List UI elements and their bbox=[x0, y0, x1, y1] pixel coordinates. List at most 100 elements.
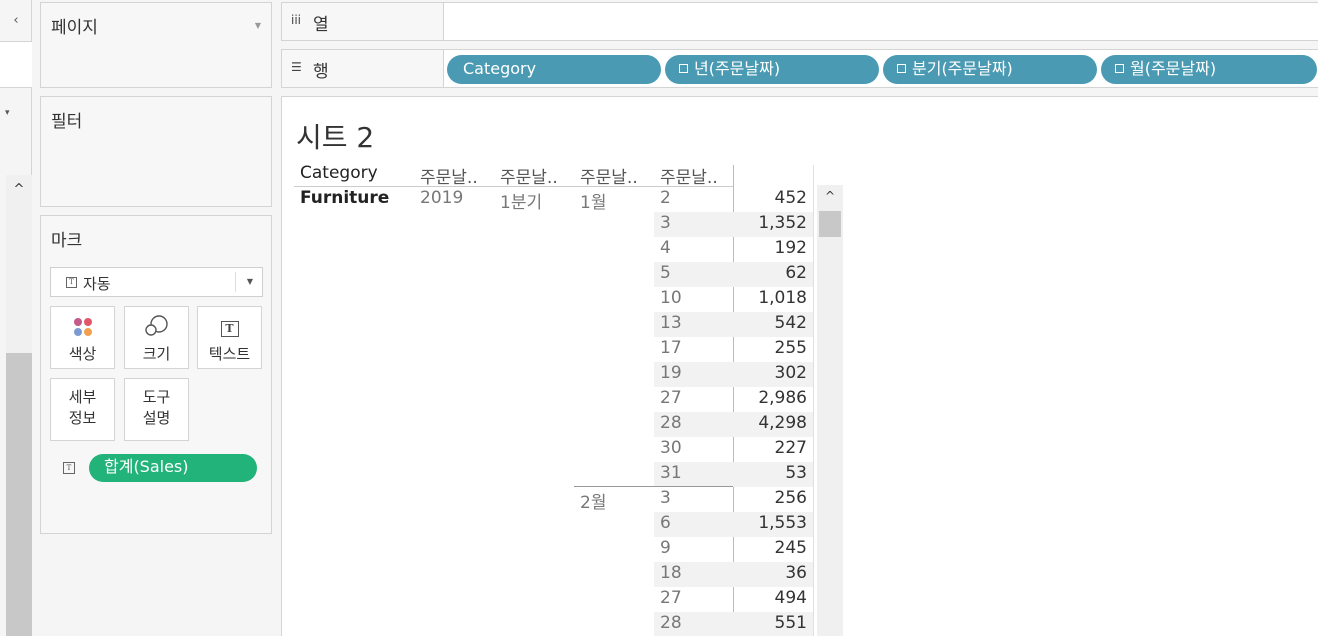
table-row[interactable]: 28 4,298 bbox=[654, 412, 813, 437]
text-mark-icon: T bbox=[66, 277, 77, 288]
sales-value: 302 bbox=[774, 363, 807, 383]
tooltip-button[interactable]: 도구 설명 bbox=[124, 378, 189, 441]
day-cell: 13 bbox=[660, 313, 682, 333]
sales-value: 551 bbox=[774, 613, 807, 633]
day-cell: 27 bbox=[660, 388, 682, 408]
header-quarter[interactable]: 주문날.. bbox=[500, 163, 558, 188]
sales-value: 494 bbox=[774, 588, 807, 608]
row-pill-year[interactable]: 년(주문날짜) bbox=[665, 55, 879, 84]
dropdown-icon[interactable]: ▾ bbox=[5, 108, 10, 118]
collapse-icon bbox=[679, 64, 688, 73]
size-button[interactable]: 크기 bbox=[124, 306, 189, 369]
size-label: 크기 bbox=[142, 345, 171, 363]
scroll-up-icon[interactable]: ^ bbox=[817, 185, 843, 207]
table-row[interactable]: 17 255 bbox=[654, 337, 813, 362]
table-row[interactable]: 31 53 bbox=[654, 462, 813, 487]
table-right-border bbox=[813, 165, 814, 636]
columns-icon: iii bbox=[291, 13, 302, 27]
marks-title: 마크 bbox=[51, 231, 83, 251]
mark-type-label: 자동 bbox=[83, 275, 111, 293]
day-cell: 19 bbox=[660, 363, 682, 383]
left-pane-scrollbar[interactable]: ^ bbox=[6, 175, 32, 636]
color-button[interactable]: 색상 bbox=[50, 306, 115, 369]
table-row[interactable]: 28 551 bbox=[654, 612, 813, 636]
pages-caret-icon[interactable]: ▼ bbox=[255, 21, 261, 30]
view-scrollbar[interactable]: ^ bbox=[817, 185, 843, 636]
detail-button[interactable]: 세부 정보 bbox=[50, 378, 115, 441]
table-row[interactable]: 19 302 bbox=[654, 362, 813, 387]
day-cell: 2 bbox=[660, 188, 671, 208]
day-cell: 31 bbox=[660, 463, 682, 483]
scrollbar-thumb[interactable] bbox=[819, 211, 841, 237]
columns-label: 열 bbox=[313, 15, 329, 35]
text-mark-icon[interactable]: T bbox=[63, 462, 75, 474]
header-day[interactable]: 주문날.. bbox=[660, 163, 718, 188]
collapse-pane-button[interactable]: ‹ bbox=[0, 0, 32, 42]
category-cell[interactable]: Furniture bbox=[300, 188, 389, 208]
filters-card[interactable]: 필터 bbox=[40, 96, 272, 207]
header-category[interactable]: Category bbox=[300, 163, 378, 183]
text-icon: T bbox=[220, 321, 239, 337]
table-row[interactable]: 4 192 bbox=[654, 237, 813, 262]
sales-value: 1,018 bbox=[758, 288, 807, 308]
day-cell: 3 bbox=[660, 488, 671, 508]
day-cell: 3 bbox=[660, 213, 671, 233]
table-row[interactable]: 6 1,553 bbox=[654, 512, 813, 537]
sales-value: 4,298 bbox=[758, 413, 807, 433]
filters-title: 필터 bbox=[51, 112, 83, 132]
table-row[interactable]: 18 36 bbox=[654, 562, 813, 587]
sales-pill[interactable]: 합계(Sales) bbox=[89, 454, 257, 482]
table-row[interactable]: 5 62 bbox=[654, 262, 813, 287]
mark-type-dropdown[interactable]: T 자동 ▼ bbox=[50, 267, 263, 297]
day-cell: 27 bbox=[660, 588, 682, 608]
scroll-up-icon[interactable]: ^ bbox=[6, 175, 32, 203]
sales-value: 1,352 bbox=[758, 213, 807, 233]
header-month[interactable]: 주문날.. bbox=[580, 163, 638, 188]
left-pane-strip: ‹ ▾ ^ bbox=[0, 0, 32, 636]
row-pill-category[interactable]: Category bbox=[447, 55, 661, 84]
day-cell: 28 bbox=[660, 613, 682, 633]
sales-value: 256 bbox=[774, 488, 807, 508]
pill-label: 분기(주문날짜) bbox=[912, 59, 1013, 78]
table-row[interactable]: 3 256 bbox=[654, 487, 813, 512]
month-cell[interactable]: 1월 bbox=[580, 188, 606, 213]
table-row[interactable]: 2 452 bbox=[654, 187, 813, 212]
worksheet-view: 시트 2 Category 주문날.. 주문날.. 주문날.. 주문날.. Fu… bbox=[281, 96, 1318, 636]
month-cell[interactable]: 2월 bbox=[580, 488, 606, 513]
columns-shelf[interactable]: iii 열 bbox=[281, 2, 1318, 41]
table-row[interactable]: 27 494 bbox=[654, 587, 813, 612]
table-row[interactable]: 3 1,352 bbox=[654, 212, 813, 237]
dropdown-divider bbox=[235, 272, 236, 292]
sales-value: 36 bbox=[785, 563, 807, 583]
table-row[interactable]: 9 245 bbox=[654, 537, 813, 562]
row-pill-quarter[interactable]: 분기(주문날짜) bbox=[883, 55, 1097, 84]
day-cell: 5 bbox=[660, 263, 671, 283]
text-button[interactable]: T 텍스트 bbox=[197, 306, 262, 369]
header-year[interactable]: 주문날.. bbox=[420, 163, 478, 188]
left-pane-blank bbox=[0, 42, 32, 88]
columns-shelf-label: iii 열 bbox=[282, 3, 444, 40]
pill-label: 년(주문날짜) bbox=[694, 59, 781, 78]
pages-card[interactable]: 페이지 ▼ bbox=[40, 2, 272, 88]
sales-value: 452 bbox=[774, 188, 807, 208]
day-cell: 28 bbox=[660, 413, 682, 433]
table-row[interactable]: 13 542 bbox=[654, 312, 813, 337]
year-cell[interactable]: 2019 bbox=[420, 188, 463, 208]
table-row[interactable]: 10 1,018 bbox=[654, 287, 813, 312]
rows-shelf[interactable]: ☰ 행 Category 년(주문날짜) 분기(주문날짜) 월(주문날짜) bbox=[281, 49, 1318, 88]
scrollbar-thumb[interactable] bbox=[6, 353, 32, 636]
chevron-down-icon[interactable]: ▼ bbox=[247, 277, 253, 286]
sales-value: 62 bbox=[785, 263, 807, 283]
pill-label: Category bbox=[463, 59, 537, 78]
tooltip-label-line1: 도구 bbox=[142, 388, 171, 406]
row-pill-month[interactable]: 월(주문날짜) bbox=[1101, 55, 1317, 84]
day-cell: 18 bbox=[660, 563, 682, 583]
sales-value: 2,986 bbox=[758, 388, 807, 408]
rows-shelf-label: ☰ 행 bbox=[282, 50, 444, 87]
day-cell: 9 bbox=[660, 538, 671, 558]
table-row[interactable]: 30 227 bbox=[654, 437, 813, 462]
table-row[interactable]: 27 2,986 bbox=[654, 387, 813, 412]
sales-value: 255 bbox=[774, 338, 807, 358]
quarter-cell[interactable]: 1분기 bbox=[500, 188, 542, 213]
sales-value: 192 bbox=[774, 238, 807, 258]
